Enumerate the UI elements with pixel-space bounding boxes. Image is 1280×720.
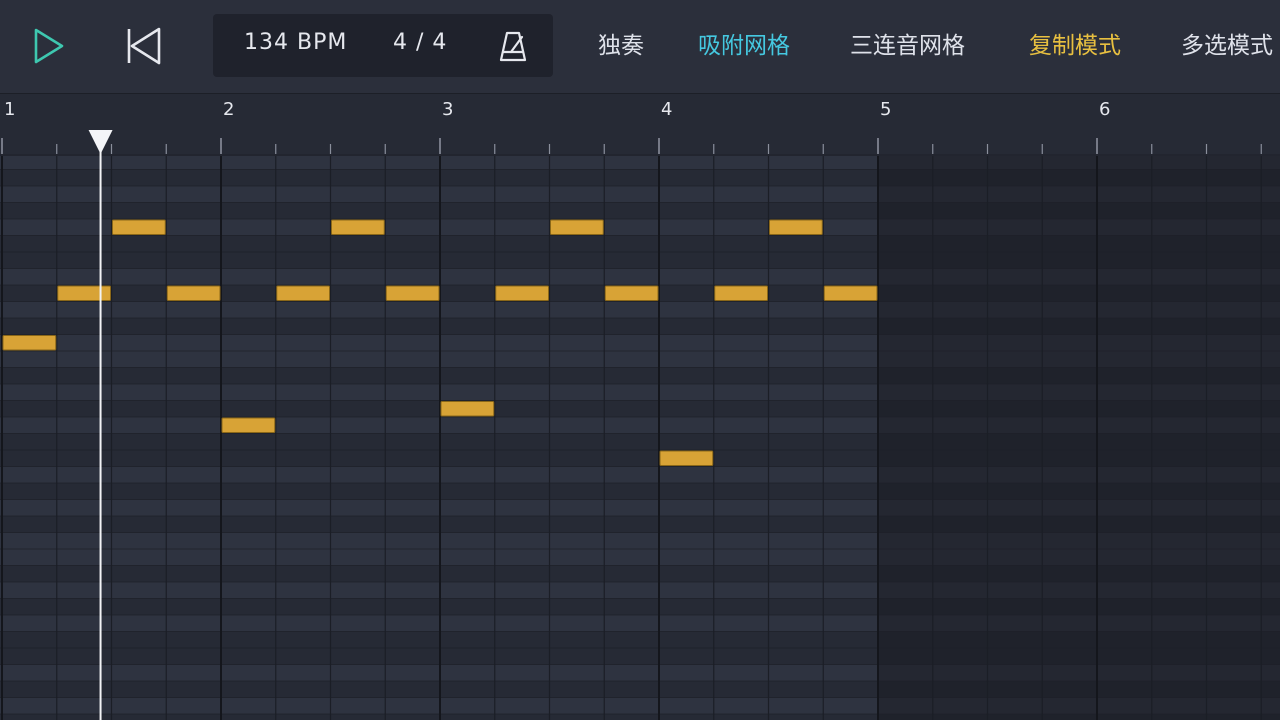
midi-note[interactable] (166, 285, 221, 301)
midi-note[interactable] (112, 219, 166, 235)
play-button[interactable] (26, 24, 70, 68)
grid-row-outside-loop (878, 631, 1280, 648)
grid-row-outside-loop (878, 235, 1280, 252)
ruler-bar-number: 5 (880, 99, 891, 120)
ruler-bar-number: 4 (661, 99, 672, 120)
grid-row-outside-loop (878, 367, 1280, 384)
grid-row-outside-loop (878, 466, 1280, 483)
midi-note[interactable] (604, 285, 659, 301)
midi-note[interactable] (659, 450, 714, 466)
grid-row-outside-loop (878, 532, 1280, 549)
grid-row-outside-loop (878, 186, 1280, 203)
ruler-bar-number: 6 (1099, 99, 1110, 120)
grid-row-outside-loop (878, 318, 1280, 335)
grid-row-outside-loop (878, 219, 1280, 236)
snap-grid-button[interactable]: 吸附网格 (698, 30, 790, 62)
grid-row-outside-loop (878, 549, 1280, 566)
timeline-ruler[interactable]: 1 2 3 4 5 6 (0, 94, 1280, 156)
midi-note[interactable] (57, 285, 111, 301)
grid-row-outside-loop (878, 450, 1280, 467)
skip-to-start-icon (127, 27, 161, 65)
grid-row-outside-loop (878, 334, 1280, 351)
midi-note[interactable] (221, 417, 276, 433)
grid-row-outside-loop (878, 202, 1280, 219)
grid-row-outside-loop (878, 697, 1280, 714)
midi-note[interactable] (823, 285, 878, 301)
grid-row-outside-loop (878, 156, 1280, 170)
midi-note[interactable] (440, 401, 495, 417)
grid-row-outside-loop (878, 582, 1280, 599)
grid-row-outside-loop (878, 433, 1280, 450)
metronome-icon (499, 31, 527, 62)
piano-roll-canvas (0, 156, 1280, 720)
grid-row-outside-loop (878, 681, 1280, 698)
midi-note[interactable] (714, 285, 768, 301)
midi-note[interactable] (769, 219, 823, 235)
grid-row-outside-loop (878, 565, 1280, 582)
midi-note[interactable] (550, 219, 604, 235)
ruler-bar-number: 1 (4, 99, 15, 120)
piano-roll-grid[interactable] (0, 156, 1280, 720)
metronome-button[interactable] (497, 30, 529, 62)
grid-row-outside-loop (878, 615, 1280, 632)
triplet-grid-button[interactable]: 三连音网格 (850, 30, 965, 62)
midi-note[interactable] (495, 285, 549, 301)
rewind-to-start-button[interactable] (120, 24, 166, 68)
grid-row-outside-loop (878, 285, 1280, 302)
grid-row-outside-loop (878, 598, 1280, 615)
ruler-canvas: 1 2 3 4 5 6 (0, 99, 1280, 156)
grid-row-outside-loop (878, 648, 1280, 665)
grid-row-outside-loop (878, 499, 1280, 516)
midi-note[interactable] (276, 285, 330, 301)
toolbar: 134 BPM 4 / 4 独奏 吸附网格 三连音网格 复制模式 多选模式 (0, 0, 1280, 94)
grid-row-outside-loop (878, 400, 1280, 417)
play-icon (34, 28, 64, 64)
ruler-bar-number: 3 (442, 99, 453, 120)
ruler-bar-number: 2 (223, 99, 234, 120)
copy-mode-button[interactable]: 复制模式 (1029, 30, 1121, 62)
grid-row-outside-loop (878, 351, 1280, 368)
grid-row-outside-loop (878, 268, 1280, 285)
midi-note[interactable] (385, 285, 440, 301)
grid-row-outside-loop (878, 169, 1280, 186)
grid-row-outside-loop (878, 714, 1280, 720)
grid-row-outside-loop (878, 301, 1280, 318)
tempo-display[interactable]: 134 BPM (244, 30, 347, 55)
midi-note[interactable] (331, 219, 385, 235)
grid-row-outside-loop (878, 252, 1280, 269)
grid-row-outside-loop (878, 384, 1280, 401)
multi-select-mode-button[interactable]: 多选模式 (1181, 30, 1273, 62)
time-signature-display[interactable]: 4 / 4 (393, 30, 447, 55)
grid-row-outside-loop (878, 664, 1280, 681)
grid-row-outside-loop (878, 417, 1280, 434)
grid-row-outside-loop (878, 516, 1280, 533)
transport-display: 134 BPM 4 / 4 (213, 14, 553, 77)
midi-note[interactable] (2, 335, 57, 351)
solo-mode-button[interactable]: 独奏 (598, 30, 644, 62)
grid-row-outside-loop (878, 483, 1280, 500)
